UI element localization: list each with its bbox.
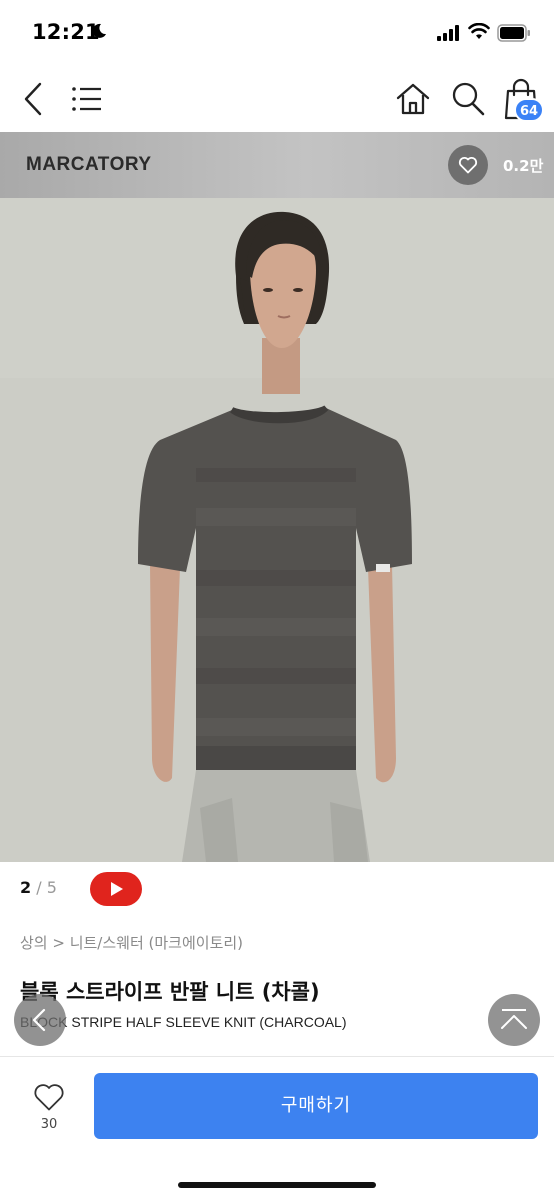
model-photo xyxy=(0,198,554,862)
breadcrumb[interactable]: 상의 > 니트/스웨터 (마크에이토리) xyxy=(20,932,243,953)
chevron-left-icon[interactable] xyxy=(18,80,52,118)
buy-button[interactable]: 구매하기 xyxy=(94,1073,538,1139)
play-icon xyxy=(111,882,123,896)
brand-like-button[interactable] xyxy=(448,145,488,185)
brand-name[interactable]: MARCATORY xyxy=(26,154,152,176)
home-icon[interactable] xyxy=(394,80,432,118)
heart-icon xyxy=(458,157,478,174)
slide-separator: / xyxy=(31,878,47,897)
divider xyxy=(0,1056,554,1057)
video-play-button[interactable] xyxy=(90,872,142,906)
wifi-icon xyxy=(468,23,490,39)
slide-current: 2 xyxy=(20,878,32,897)
brand-like-count: 0.2만 xyxy=(503,157,544,175)
search-icon[interactable] xyxy=(450,80,486,118)
previous-button[interactable] xyxy=(14,994,66,1046)
scroll-to-top-button[interactable] xyxy=(488,994,540,1046)
slide-counter: 2 / 5 xyxy=(20,878,57,897)
status-bar: 12:21 xyxy=(0,0,554,66)
chevron-left-icon xyxy=(32,1008,46,1032)
cart-count-badge: 64 xyxy=(514,98,544,122)
arrow-up-icon xyxy=(501,1009,527,1029)
moon-icon xyxy=(92,23,106,38)
heart-icon[interactable] xyxy=(32,1082,66,1112)
wish-count: 30 xyxy=(40,1117,58,1132)
product-image[interactable] xyxy=(0,198,554,862)
battery-icon xyxy=(497,24,530,42)
nav-bar xyxy=(0,66,554,132)
cellular-signal-icon xyxy=(437,25,459,41)
menu-icon[interactable] xyxy=(70,82,104,116)
slide-total: 5 xyxy=(46,878,57,897)
home-indicator[interactable] xyxy=(178,1182,376,1188)
brand-bar[interactable]: MARCATORY 0.2만 xyxy=(0,132,554,198)
product-subtitle: BLOCK STRIPE HALF SLEEVE KNIT (CHARCOAL) xyxy=(20,1014,347,1030)
